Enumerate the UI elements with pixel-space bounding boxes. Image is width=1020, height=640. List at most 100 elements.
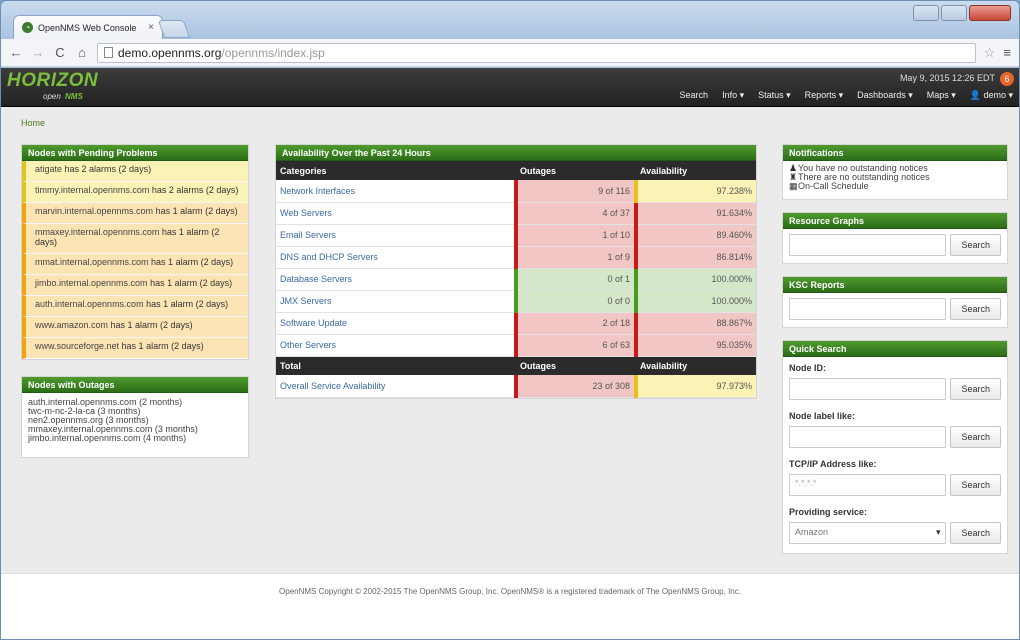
pending-node-link[interactable]: auth.internal.opennms.com bbox=[35, 299, 144, 309]
category-link[interactable]: Network Interfaces bbox=[276, 180, 516, 203]
calendar-icon: ▦ bbox=[789, 181, 798, 191]
table-row: DNS and DHCP Servers 1 of 9 86.814% bbox=[276, 246, 756, 269]
browser-menu-icon[interactable]: ≡ bbox=[1003, 45, 1011, 60]
outages-cell[interactable]: 0 of 0 bbox=[514, 290, 636, 313]
availability-header-row: Categories Outages Availability bbox=[276, 161, 756, 180]
pending-row[interactable]: www.sourceforge.net has 1 alarm (2 days) bbox=[22, 338, 248, 359]
table-row: Email Servers 1 of 10 89.460% bbox=[276, 224, 756, 247]
nav-info[interactable]: Info ▾ bbox=[722, 90, 744, 101]
nav-user[interactable]: 👤 demo ▾ bbox=[970, 90, 1013, 101]
service-label: Providing service: bbox=[789, 507, 868, 517]
node-label-input[interactable] bbox=[789, 426, 947, 448]
footer: OpenNMS Copyright © 2002-2015 The OpenNM… bbox=[1, 573, 1019, 639]
bookmark-star-icon[interactable]: ☆ bbox=[984, 45, 996, 61]
availability-cell: 88.867% bbox=[634, 312, 756, 335]
resource-graphs-search-button[interactable]: Search bbox=[950, 234, 1001, 256]
pending-row[interactable]: marvin.internal.opennms.com has 1 alarm … bbox=[22, 203, 248, 224]
node-id-input[interactable] bbox=[789, 378, 947, 400]
nav-status[interactable]: Status ▾ bbox=[758, 90, 791, 101]
outages-cell[interactable]: 0 of 1 bbox=[514, 268, 636, 291]
pending-row[interactable]: www.amazon.com has 1 alarm (2 days) bbox=[22, 317, 248, 338]
pending-row[interactable]: timmy.internal.opennms.com has 2 alarms … bbox=[22, 182, 248, 203]
outage-item[interactable]: jimbo.internal.opennms.com (4 months) bbox=[28, 434, 242, 443]
pending-row[interactable]: atigate has 2 alarms (2 days) bbox=[22, 161, 248, 182]
horizon-logo[interactable]: HORIZON open NMS bbox=[7, 70, 99, 101]
service-select[interactable]: Amazon ▾ bbox=[789, 522, 947, 544]
availability-cell: 95.035% bbox=[634, 334, 756, 357]
pending-node-link[interactable]: www.amazon.com bbox=[35, 320, 108, 330]
home-icon[interactable]: ⌂ bbox=[75, 45, 89, 60]
pending-node-link[interactable]: jimbo.internal.opennms.com bbox=[35, 278, 148, 288]
pending-row[interactable]: jimbo.internal.opennms.com has 1 alarm (… bbox=[22, 275, 248, 296]
quick-search-panel: Quick Search Node ID: Search Node label … bbox=[782, 340, 1008, 554]
outages-cell[interactable]: 6 of 63 bbox=[514, 334, 636, 357]
availability-cell: 100.000% bbox=[634, 290, 756, 313]
nav-search[interactable]: Search bbox=[680, 90, 709, 101]
overall-availability-link[interactable]: Overall Service Availability bbox=[276, 375, 516, 398]
minimize-button[interactable] bbox=[913, 5, 939, 21]
outages-cell[interactable]: 2 of 18 bbox=[514, 312, 636, 335]
tcpip-input[interactable]: *.*.*.* bbox=[789, 474, 947, 496]
maximize-button[interactable] bbox=[941, 5, 967, 21]
alert-badge[interactable]: 6 bbox=[1000, 72, 1014, 86]
category-link[interactable]: Database Servers bbox=[276, 268, 516, 291]
new-tab-button[interactable] bbox=[157, 20, 191, 38]
table-row: Web Servers 4 of 37 91.634% bbox=[276, 202, 756, 225]
resource-graphs-search-row: Search bbox=[783, 229, 1007, 261]
table-row: Database Servers 0 of 1 100.000% bbox=[276, 268, 756, 291]
nav-dashboards[interactable]: Dashboards ▾ bbox=[857, 90, 913, 101]
category-link[interactable]: JMX Servers bbox=[276, 290, 516, 313]
node-id-search-button[interactable]: Search bbox=[950, 378, 1001, 400]
ksc-reports-title: KSC Reports bbox=[783, 277, 1007, 293]
outages-panel: Nodes with Outages auth.internal.opennms… bbox=[21, 376, 249, 458]
ksc-reports-input[interactable] bbox=[789, 298, 947, 320]
pending-row[interactable]: mmat.internal.opennms.com has 1 alarm (2… bbox=[22, 254, 248, 275]
address-bar[interactable]: demo.opennms.org/opennms/index.jsp bbox=[97, 42, 976, 63]
tab-close-icon[interactable]: × bbox=[148, 22, 154, 33]
nav-maps[interactable]: Maps ▾ bbox=[927, 90, 956, 101]
category-link[interactable]: Other Servers bbox=[276, 334, 516, 357]
total-outages-cell[interactable]: 23 of 308 bbox=[514, 375, 636, 398]
category-link[interactable]: DNS and DHCP Servers bbox=[276, 246, 516, 269]
pending-alarm-text: has 2 alarms (2 days) bbox=[149, 185, 239, 195]
forward-arrow-icon[interactable]: → bbox=[31, 45, 45, 60]
nav-reports[interactable]: Reports ▾ bbox=[805, 90, 844, 101]
pending-node-link[interactable]: www.sourceforge.net bbox=[35, 341, 119, 351]
back-arrow-icon[interactable]: ← bbox=[9, 45, 23, 60]
breadcrumb[interactable]: Home bbox=[21, 118, 45, 128]
category-link[interactable]: Email Servers bbox=[276, 224, 516, 247]
category-link[interactable]: Software Update bbox=[276, 312, 516, 335]
reload-icon[interactable]: C bbox=[53, 45, 67, 60]
browser-tab[interactable]: ◔ OpenNMS Web Console × bbox=[13, 15, 163, 39]
service-search-button[interactable]: Search bbox=[950, 522, 1001, 544]
resource-graphs-input[interactable] bbox=[789, 234, 947, 256]
col-availability: Availability bbox=[636, 161, 756, 180]
url-host: demo.opennms.org bbox=[118, 45, 222, 60]
oncall-schedule-link[interactable]: On-Call Schedule bbox=[798, 181, 869, 191]
outages-cell[interactable]: 4 of 37 bbox=[514, 202, 636, 225]
pending-node-link[interactable]: mmaxey.internal.opennms.com bbox=[35, 227, 159, 237]
close-window-button[interactable] bbox=[969, 5, 1011, 21]
availability-total-header: Total Outages Availability bbox=[276, 356, 756, 375]
pending-node-link[interactable]: marvin.internal.opennms.com bbox=[35, 206, 153, 216]
tcpip-search-button[interactable]: Search bbox=[950, 474, 1001, 496]
node-label-search-button[interactable]: Search bbox=[950, 426, 1001, 448]
ksc-reports-search-button[interactable]: Search bbox=[950, 298, 1001, 320]
tab-title: OpenNMS Web Console bbox=[38, 22, 137, 33]
pending-alarm-text: has 1 alarm (2 days) bbox=[143, 299, 229, 309]
total-label: Total bbox=[276, 356, 516, 375]
pending-row[interactable]: auth.internal.opennms.com has 1 alarm (2… bbox=[22, 296, 248, 317]
logo-text: HORIZON bbox=[7, 70, 99, 91]
pending-node-link[interactable]: atigate bbox=[35, 164, 62, 174]
nav-menu: Search Info ▾ Status ▾ Reports ▾ Dashboa… bbox=[680, 90, 1013, 101]
category-link[interactable]: Web Servers bbox=[276, 202, 516, 225]
pending-row[interactable]: mmaxey.internal.opennms.com has 1 alarm … bbox=[22, 224, 248, 254]
pending-alarm-text: has 1 alarm (2 days) bbox=[153, 206, 238, 216]
pending-node-link[interactable]: timmy.internal.opennms.com bbox=[35, 185, 149, 195]
node-id-label: Node ID: bbox=[789, 363, 826, 373]
outages-cell[interactable]: 1 of 10 bbox=[514, 224, 636, 247]
outages-cell[interactable]: 9 of 116 bbox=[514, 180, 636, 203]
total-col-outages: Outages bbox=[516, 356, 636, 375]
pending-node-link[interactable]: mmat.internal.opennms.com bbox=[35, 257, 149, 267]
outages-cell[interactable]: 1 of 9 bbox=[514, 246, 636, 269]
